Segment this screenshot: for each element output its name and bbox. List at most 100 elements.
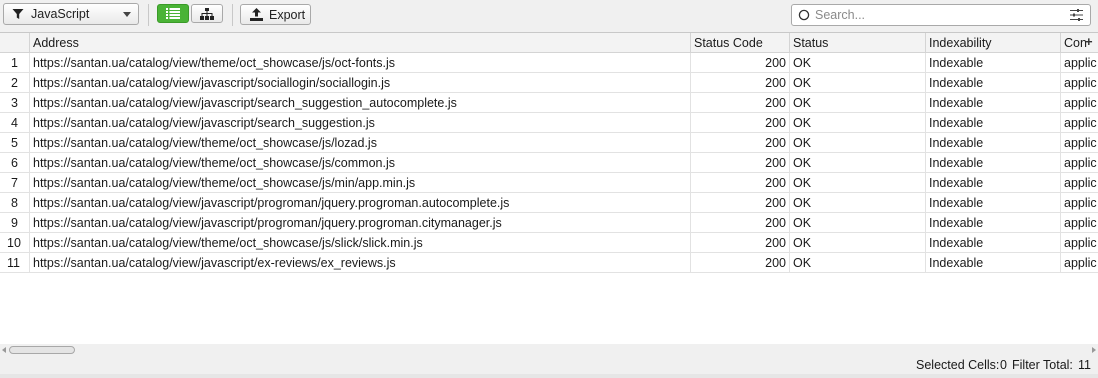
table-row[interactable]: 11 https://santan.ua/catalog/view/javasc… [0, 253, 1098, 273]
table-row[interactable]: 2 https://santan.ua/catalog/view/javascr… [0, 73, 1098, 93]
status-cell[interactable]: OK [790, 93, 926, 113]
status-cell[interactable]: OK [790, 133, 926, 153]
scroll-left-arrow-icon[interactable] [2, 347, 6, 353]
table-row[interactable]: 5 https://santan.ua/catalog/view/theme/o… [0, 133, 1098, 153]
status-code-cell[interactable]: 200 [691, 233, 790, 253]
content-type-cell[interactable]: applic [1061, 73, 1098, 93]
status-cell[interactable]: OK [790, 193, 926, 213]
search-icon [798, 8, 812, 22]
status-cell[interactable]: OK [790, 233, 926, 253]
status-code-cell[interactable]: 200 [691, 93, 790, 113]
selected-cells-value: 0 [1000, 358, 1007, 372]
table-row[interactable]: 9 https://santan.ua/catalog/view/javascr… [0, 213, 1098, 233]
address-cell[interactable]: https://santan.ua/catalog/view/javascrip… [30, 73, 691, 93]
indexability-cell[interactable]: Indexable [926, 133, 1061, 153]
indexability-cell[interactable]: Indexable [926, 153, 1061, 173]
indexability-cell[interactable]: Indexable [926, 73, 1061, 93]
results-table: Address Status Code Status Indexability … [0, 32, 1098, 356]
status-code-cell[interactable]: 200 [691, 153, 790, 173]
address-cell[interactable]: https://santan.ua/catalog/view/theme/oct… [30, 233, 691, 253]
content-type-cell[interactable]: applic [1061, 113, 1098, 133]
table-row[interactable]: 10 https://santan.ua/catalog/view/theme/… [0, 233, 1098, 253]
search-box[interactable] [791, 4, 1091, 26]
content-type-cell[interactable]: applic [1061, 133, 1098, 153]
status-code-cell[interactable]: 200 [691, 133, 790, 153]
status-cell[interactable]: OK [790, 113, 926, 133]
status-code-cell[interactable]: 200 [691, 193, 790, 213]
indexability-cell[interactable]: Indexable [926, 113, 1061, 133]
indexability-cell[interactable]: Indexable [926, 193, 1061, 213]
status-code-cell[interactable]: 200 [691, 253, 790, 273]
horizontal-scrollbar[interactable] [0, 344, 1098, 356]
add-column-button[interactable]: + [1085, 35, 1095, 49]
status-code-cell[interactable]: 200 [691, 73, 790, 93]
toolbar-divider [232, 4, 233, 26]
status-code-cell[interactable]: 200 [691, 53, 790, 73]
row-number: 7 [0, 173, 30, 193]
status-cell[interactable]: OK [790, 153, 926, 173]
filter-selected-value: JavaScript [31, 7, 90, 21]
table-row[interactable]: 4 https://santan.ua/catalog/view/javascr… [0, 113, 1098, 133]
row-number: 2 [0, 73, 30, 93]
address-cell[interactable]: https://santan.ua/catalog/view/javascrip… [30, 113, 691, 133]
content-type-cell[interactable]: applic [1061, 173, 1098, 193]
search-input[interactable] [815, 6, 1070, 24]
tree-view-button[interactable] [191, 4, 223, 23]
content-type-cell[interactable]: applic [1061, 153, 1098, 173]
status-cell[interactable]: OK [790, 253, 926, 273]
column-header-address[interactable]: Address [30, 33, 691, 53]
status-cell[interactable]: OK [790, 173, 926, 193]
filter-total-value: 11 [1078, 358, 1091, 372]
content-type-cell[interactable]: applic [1061, 193, 1098, 213]
column-header-status-code[interactable]: Status Code [691, 33, 790, 53]
address-cell[interactable]: https://santan.ua/catalog/view/javascrip… [30, 253, 691, 273]
table-row[interactable]: 3 https://santan.ua/catalog/view/javascr… [0, 93, 1098, 113]
list-view-icon [166, 8, 180, 19]
address-cell[interactable]: https://santan.ua/catalog/view/javascrip… [30, 193, 691, 213]
content-type-cell[interactable]: applic [1061, 53, 1098, 73]
address-cell[interactable]: https://santan.ua/catalog/view/theme/oct… [30, 173, 691, 193]
column-header-indexability[interactable]: Indexability [926, 33, 1061, 53]
indexability-cell[interactable]: Indexable [926, 93, 1061, 113]
scroll-right-arrow-icon[interactable] [1092, 347, 1096, 353]
table-row[interactable]: 1 https://santan.ua/catalog/view/theme/o… [0, 53, 1098, 73]
row-number: 10 [0, 233, 30, 253]
address-cell[interactable]: https://santan.ua/catalog/view/theme/oct… [30, 133, 691, 153]
status-code-cell[interactable]: 200 [691, 173, 790, 193]
indexability-cell[interactable]: Indexable [926, 53, 1061, 73]
status-cell[interactable]: OK [790, 213, 926, 233]
content-type-cell[interactable]: applic [1061, 253, 1098, 273]
status-code-cell[interactable]: 200 [691, 213, 790, 233]
status-cell[interactable]: OK [790, 73, 926, 93]
export-button[interactable]: Export [240, 4, 311, 25]
tree-view-icon [200, 7, 214, 20]
table-row[interactable]: 6 https://santan.ua/catalog/view/theme/o… [0, 153, 1098, 173]
bottom-divider [0, 374, 1098, 378]
scrollbar-thumb[interactable] [9, 346, 75, 354]
status-cell[interactable]: OK [790, 53, 926, 73]
table-row[interactable]: 8 https://santan.ua/catalog/view/javascr… [0, 193, 1098, 213]
status-bar: Selected Cells: 0 Filter Total: 11 [0, 356, 1098, 374]
filter-dropdown[interactable]: JavaScript [3, 3, 139, 25]
address-cell[interactable]: https://santan.ua/catalog/view/javascrip… [30, 213, 691, 233]
list-view-button[interactable] [157, 4, 189, 23]
indexability-cell[interactable]: Indexable [926, 253, 1061, 273]
indexability-cell[interactable]: Indexable [926, 173, 1061, 193]
address-cell[interactable]: https://santan.ua/catalog/view/javascrip… [30, 93, 691, 113]
row-number: 6 [0, 153, 30, 173]
status-code-cell[interactable]: 200 [691, 113, 790, 133]
search-options-icon[interactable] [1070, 8, 1084, 22]
selected-cells-label: Selected Cells: [916, 358, 1000, 372]
column-header-status[interactable]: Status [790, 33, 926, 53]
content-type-cell[interactable]: applic [1061, 213, 1098, 233]
content-type-cell[interactable]: applic [1061, 93, 1098, 113]
indexability-cell[interactable]: Indexable [926, 213, 1061, 233]
indexability-cell[interactable]: Indexable [926, 233, 1061, 253]
column-header-index[interactable] [0, 33, 30, 53]
row-number: 5 [0, 133, 30, 153]
content-type-cell[interactable]: applic [1061, 233, 1098, 253]
address-cell[interactable]: https://santan.ua/catalog/view/theme/oct… [30, 53, 691, 73]
row-number: 1 [0, 53, 30, 73]
address-cell[interactable]: https://santan.ua/catalog/view/theme/oct… [30, 153, 691, 173]
table-row[interactable]: 7 https://santan.ua/catalog/view/theme/o… [0, 173, 1098, 193]
